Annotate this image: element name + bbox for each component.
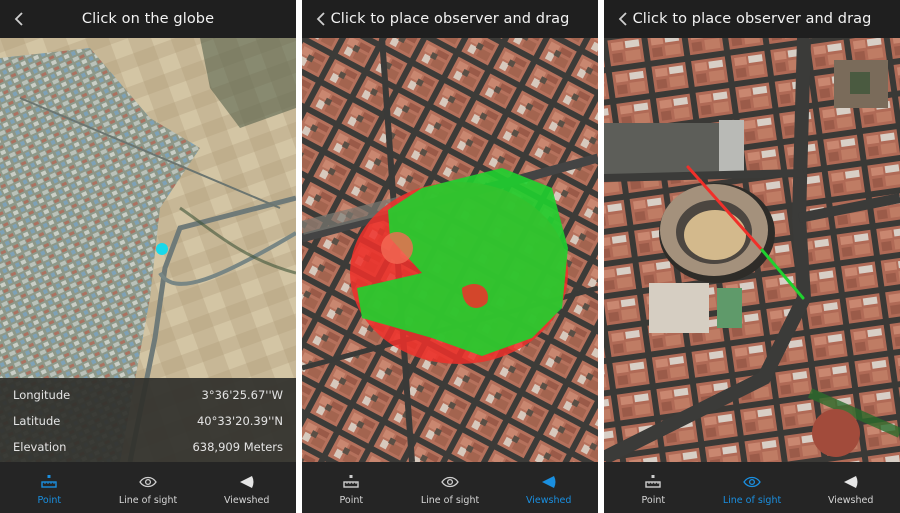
latitude-label: Latitude	[13, 414, 61, 428]
eye-icon	[138, 474, 158, 490]
back-button[interactable]	[614, 7, 634, 31]
point-ruler-icon	[341, 474, 361, 490]
tab-point[interactable]: Point	[302, 462, 401, 513]
eye-icon	[440, 474, 460, 490]
viewshed-cone-icon	[539, 474, 559, 490]
latitude-row: Latitude 40°33'20.39''N	[13, 411, 283, 431]
tab-viewshed[interactable]: Viewshed	[499, 462, 598, 513]
longitude-label: Longitude	[13, 388, 71, 402]
tab-label: Line of sight	[722, 495, 782, 506]
elevation-label: Elevation	[13, 440, 67, 454]
tab-point[interactable]: Point	[604, 462, 703, 513]
point-ruler-icon	[39, 474, 59, 490]
tab-label: Viewshed	[525, 495, 572, 506]
tab-bar: Point Line of sight Viewshed	[604, 462, 900, 513]
tab-line-of-sight[interactable]: Line of sight	[703, 462, 802, 513]
page-title: Click on the globe	[81, 11, 215, 27]
back-button[interactable]	[10, 7, 30, 31]
tab-label: Line of sight	[420, 495, 480, 506]
tab-viewshed[interactable]: Viewshed	[197, 462, 296, 513]
satellite-map[interactable]	[604, 38, 900, 462]
page-title: Click to place observer and drag	[330, 11, 570, 27]
tab-label: Viewshed	[827, 495, 874, 506]
longitude-value: 3°36'25.67''W	[201, 388, 283, 402]
tab-label: Point	[641, 495, 666, 506]
tab-line-of-sight[interactable]: Line of sight	[401, 462, 500, 513]
chevron-left-icon	[14, 12, 23, 26]
city-imagery	[604, 38, 900, 462]
location-marker	[156, 243, 168, 255]
tab-line-of-sight[interactable]: Line of sight	[99, 462, 198, 513]
tab-bar: Point Line of sight Viewshed	[0, 462, 296, 513]
header: Click on the globe	[0, 0, 296, 38]
line-of-sight-panel: Click to place observer and drag Point L…	[604, 0, 900, 513]
satellite-map[interactable]	[302, 38, 598, 462]
tab-viewshed[interactable]: Viewshed	[801, 462, 900, 513]
city-imagery	[302, 38, 598, 462]
tab-label: Point	[37, 495, 62, 506]
longitude-row: Longitude 3°36'25.67''W	[13, 385, 283, 405]
elevation-row: Elevation 638,909 Meters	[13, 437, 283, 457]
eye-icon	[742, 474, 762, 490]
header: Click to place observer and drag	[604, 0, 900, 38]
chevron-left-icon	[316, 12, 325, 26]
chevron-left-icon	[618, 12, 627, 26]
tab-label: Point	[339, 495, 364, 506]
latitude-value: 40°33'20.39''N	[196, 414, 283, 428]
point-panel: Click on the globe Longitude 3°36'25.67'…	[0, 0, 296, 513]
back-button[interactable]	[312, 7, 332, 31]
page-title: Click to place observer and drag	[632, 11, 872, 27]
viewshed-panel: Click to place observer and drag Point L…	[302, 0, 598, 513]
tab-point[interactable]: Point	[0, 462, 99, 513]
tab-label: Line of sight	[118, 495, 178, 506]
coordinates-panel: Longitude 3°36'25.67''W Latitude 40°33'2…	[0, 378, 296, 462]
viewshed-cone-icon	[237, 474, 257, 490]
point-ruler-icon	[643, 474, 663, 490]
tab-label: Viewshed	[223, 495, 270, 506]
viewshed-cone-icon	[841, 474, 861, 490]
tab-bar: Point Line of sight Viewshed	[302, 462, 598, 513]
elevation-value: 638,909 Meters	[192, 440, 283, 454]
header: Click to place observer and drag	[302, 0, 598, 38]
